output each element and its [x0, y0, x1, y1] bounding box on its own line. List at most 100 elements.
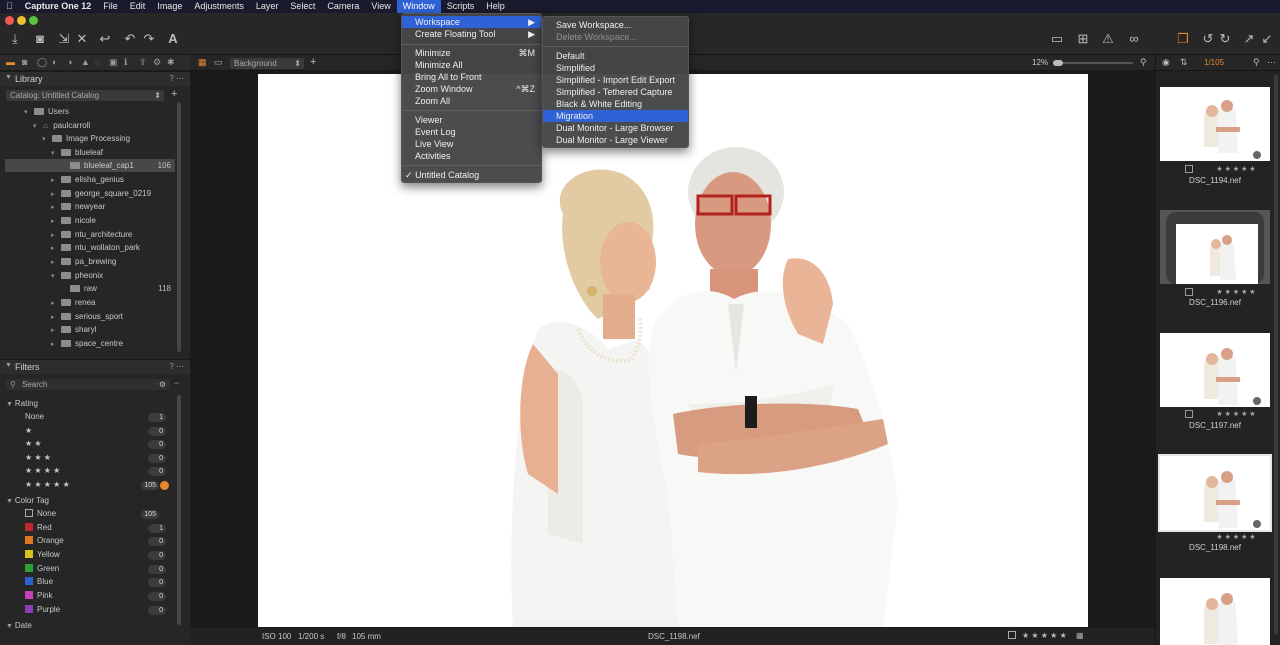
- menu-item-untitled-catalog[interactable]: ✓ Untitled Catalog: [402, 169, 541, 181]
- apple-menu-icon[interactable]: : [0, 0, 19, 13]
- tree-item-paulcarroll[interactable]: ▾ ⌂ paulcarroll: [33, 121, 173, 134]
- thumb-rating[interactable]: ★ ★ ★ ★ ★: [1181, 533, 1280, 541]
- viewer-grid-icon[interactable]: ▦: [198, 57, 207, 68]
- expand-icon[interactable]: ↗: [1241, 31, 1257, 47]
- zoom-slider-handle[interactable]: [1053, 60, 1063, 66]
- rating-1[interactable]: ★: [25, 426, 32, 439]
- tree-item-newyear[interactable]: ▸ newyear: [51, 202, 171, 215]
- tree-item-blueleaf[interactable]: ▾ blueleaf: [51, 148, 171, 161]
- rating-5[interactable]: ★ ★ ★ ★ ★: [25, 480, 70, 493]
- tree-item-users[interactable]: ▾ Users: [24, 107, 174, 120]
- panel-help-icon[interactable]: ? ⋯: [169, 74, 184, 83]
- tree-item-pheonix[interactable]: ▾ pheonix: [51, 271, 171, 284]
- color-tag-group[interactable]: ▼ Color Tag: [6, 496, 49, 509]
- browser-search-icon[interactable]: ⚲: [1253, 57, 1260, 68]
- menu-camera[interactable]: Camera: [321, 0, 365, 13]
- close-window-button[interactable]: [5, 16, 14, 25]
- menu-item-event-log[interactable]: Event Log: [402, 126, 541, 138]
- menu-item-simplified[interactable]: Simplified: [543, 62, 688, 74]
- color-yellow[interactable]: Yellow: [25, 550, 60, 563]
- status-grid-icon[interactable]: ▦: [1076, 631, 1084, 640]
- menu-item-zoom-window[interactable]: Zoom Window ^⌘Z: [402, 83, 541, 95]
- metadata-tab-icon[interactable]: ℹ: [124, 57, 127, 68]
- color-pink[interactable]: Pink: [25, 591, 53, 604]
- rotate-right-icon[interactable]: ↻: [1217, 31, 1233, 47]
- tree-item-ntu-wollaton-park[interactable]: ▸ ntu_wollaton_park: [51, 243, 171, 256]
- reset-icon[interactable]: ↩: [97, 31, 113, 47]
- menu-item-live-view[interactable]: Live View: [402, 138, 541, 150]
- tree-item-sharyl[interactable]: ▸ sharyl: [51, 325, 171, 338]
- thumbnail[interactable]: [1160, 333, 1270, 407]
- menu-file[interactable]: File: [97, 0, 124, 13]
- sort-icon[interactable]: ⇅: [1180, 57, 1188, 68]
- details-tab-icon[interactable]: ▲: [81, 57, 90, 67]
- zoom-window-button[interactable]: [29, 16, 38, 25]
- menu-window[interactable]: Window: [396, 0, 441, 13]
- rotate-left-icon[interactable]: ↺: [1200, 31, 1216, 47]
- lens-tab-icon[interactable]: ◯: [37, 57, 47, 68]
- collapse-icon[interactable]: ↙: [1259, 31, 1275, 47]
- tree-item-ntu-architecture[interactable]: ▸ ntu_architecture: [51, 230, 171, 243]
- menu-item-dual-monitor-large-viewer[interactable]: Dual Monitor - Large Viewer: [543, 134, 688, 146]
- color-blue[interactable]: Blue: [25, 577, 53, 590]
- exposure-tab-icon[interactable]: ◑: [67, 57, 72, 67]
- library-panel-header[interactable]: ▼ Library ? ⋯: [0, 71, 190, 86]
- menu-item-migration[interactable]: Migration: [543, 110, 688, 122]
- grid-icon[interactable]: ⊞: [1075, 31, 1091, 47]
- add-catalog-icon[interactable]: +: [171, 88, 177, 100]
- copy-adjustments-icon[interactable]: ❐: [1175, 31, 1191, 47]
- minimize-window-button[interactable]: [17, 16, 26, 25]
- menu-edit[interactable]: Edit: [124, 0, 152, 13]
- thumbnail-selected[interactable]: [1158, 454, 1272, 532]
- menu-item-minimize-all[interactable]: Minimize All: [402, 59, 541, 71]
- menu-item-zoom-all[interactable]: Zoom All: [402, 95, 541, 107]
- local-adjust-tab-icon[interactable]: ◌: [95, 57, 100, 67]
- color-green[interactable]: Green: [25, 564, 59, 577]
- menu-item-black-white-editing[interactable]: Black & White Editing: [543, 98, 688, 110]
- capture-tab-icon[interactable]: ◙: [22, 57, 27, 67]
- menu-item-create-floating-tool[interactable]: Create Floating Tool ▶: [402, 28, 541, 40]
- rating-group[interactable]: ▼ Rating: [6, 399, 38, 412]
- menu-item-minimize[interactable]: Minimize ⌘M: [402, 47, 541, 59]
- style-select[interactable]: Background ⬍: [230, 58, 304, 69]
- adjustments-tab-icon[interactable]: ▣: [109, 57, 118, 68]
- image-viewer[interactable]: [258, 74, 1088, 627]
- menu-item-simplified-tethered-capture[interactable]: Simplified - Tethered Capture: [543, 86, 688, 98]
- thumbnail[interactable]: [1160, 578, 1270, 645]
- color-tag-checkbox[interactable]: [1008, 631, 1016, 639]
- tree-item-elisha-genius[interactable]: ▸ elisha_genius: [51, 175, 171, 188]
- filter-menu-icon[interactable]: −: [174, 378, 179, 388]
- menu-item-default[interactable]: Default: [543, 50, 688, 62]
- search-options-icon[interactable]: ⚙: [159, 379, 166, 390]
- rating-none[interactable]: None: [25, 412, 44, 425]
- zoom-search-icon[interactable]: ⚲: [1140, 57, 1147, 68]
- undo-icon[interactable]: ↶: [122, 31, 138, 47]
- menu-adjustments[interactable]: Adjustments: [188, 0, 250, 13]
- color-red[interactable]: Red: [25, 523, 52, 536]
- delete-icon[interactable]: ✕: [74, 31, 90, 47]
- capture-icon[interactable]: ◙: [32, 31, 48, 47]
- compare-icon[interactable]: ▭: [1049, 31, 1065, 47]
- menu-item-bring-all-to-front[interactable]: Bring All to Front: [402, 71, 541, 83]
- color-none[interactable]: None: [25, 509, 56, 522]
- menu-item-activities[interactable]: Activities: [402, 150, 541, 162]
- batch-tab-icon[interactable]: ⚙: [153, 57, 161, 68]
- output-tab-icon[interactable]: ⇪: [139, 57, 147, 68]
- filters-panel-header[interactable]: ▼ Filters ? ⋯: [0, 359, 190, 374]
- menu-help[interactable]: Help: [480, 0, 511, 13]
- thumbnail[interactable]: [1160, 87, 1270, 161]
- thumb-rating[interactable]: ★ ★ ★ ★ ★: [1181, 288, 1280, 296]
- tree-item-space-centre[interactable]: ▸ space_centre: [51, 339, 171, 352]
- menu-image[interactable]: Image: [151, 0, 188, 13]
- import-icon[interactable]: ⤓: [7, 31, 23, 47]
- thumb-rating[interactable]: ★ ★ ★ ★ ★: [1181, 410, 1280, 418]
- styles-tab-icon[interactable]: ✱: [167, 57, 175, 68]
- library-scrollbar[interactable]: [177, 102, 181, 352]
- tree-item-pa-brewing[interactable]: ▸ pa_brewing: [51, 257, 171, 270]
- tree-item-renea[interactable]: ▸ renea: [51, 298, 171, 311]
- rating-2[interactable]: ★ ★: [25, 439, 42, 452]
- panel-help-icon[interactable]: ? ⋯: [169, 362, 184, 371]
- color-purple[interactable]: Purple: [25, 605, 60, 618]
- browser-menu-icon[interactable]: ⋯: [1267, 57, 1276, 68]
- tree-item-nicole[interactable]: ▸ nicole: [51, 216, 171, 229]
